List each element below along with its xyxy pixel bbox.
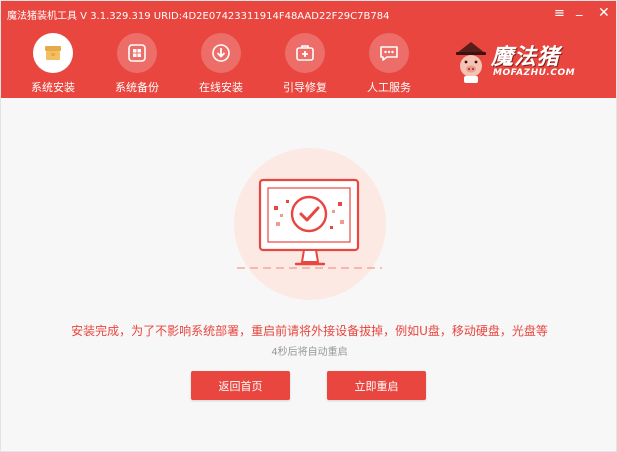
install-complete-message: 安装完成，为了不影响系统部署，重启前请将外接设备拔掉，例如U盘，移动硬盘，光盘等 [71, 324, 548, 338]
nav-item-manual-service[interactable]: 人工服务 [347, 33, 431, 95]
menu-icon[interactable]: ≡ [554, 7, 565, 21]
nav-label: 引导修复 [283, 81, 327, 94]
nav-label: 在线安装 [199, 81, 243, 94]
chat-icon [369, 33, 409, 73]
repair-icon [285, 33, 325, 73]
nav-label: 系统备份 [115, 81, 159, 94]
logo-name: 魔法猪 [491, 44, 561, 70]
download-icon [201, 33, 241, 73]
main-nav: 系统安装 系统备份 在线安装 引导修复 人工服务 [11, 33, 431, 95]
window-title: 魔法猪装机工具 V 3.1.329.319 URID:4D2E074233119… [7, 11, 390, 22]
nav-item-boot-repair[interactable]: 引导修复 [263, 33, 347, 95]
restart-now-button[interactable]: 立即重启 [327, 371, 426, 400]
nav-label: 人工服务 [367, 81, 411, 94]
nav-item-system-install[interactable]: 系统安装 [11, 33, 95, 95]
nav-label: 系统安装 [31, 81, 75, 94]
backup-icon [117, 33, 157, 73]
minimize-icon[interactable]: _ [576, 3, 583, 17]
brand-logo: 魔法猪 MOFAZHU.COM [453, 39, 593, 89]
install-icon [33, 33, 73, 73]
logo-subtitle: MOFAZHU.COM [493, 68, 576, 78]
header: 魔法猪装机工具 V 3.1.329.319 URID:4D2E074233119… [1, 1, 616, 98]
restart-countdown: 4秒后将自动重启 [271, 347, 348, 358]
nav-item-online-install[interactable]: 在线安装 [179, 33, 263, 95]
main-content: 安装完成，为了不影响系统部署，重启前请将外接设备拔掉，例如U盘，移动硬盘，光盘等… [1, 98, 616, 451]
close-icon[interactable]: ✕ [598, 6, 610, 20]
monitor-check-icon [234, 148, 386, 300]
app-window: 魔法猪装机工具 V 3.1.329.319 URID:4D2E074233119… [0, 0, 617, 452]
pig-mascot-icon [456, 42, 486, 83]
nav-item-system-backup[interactable]: 系统备份 [95, 33, 179, 95]
back-home-button[interactable]: 返回首页 [191, 371, 290, 400]
